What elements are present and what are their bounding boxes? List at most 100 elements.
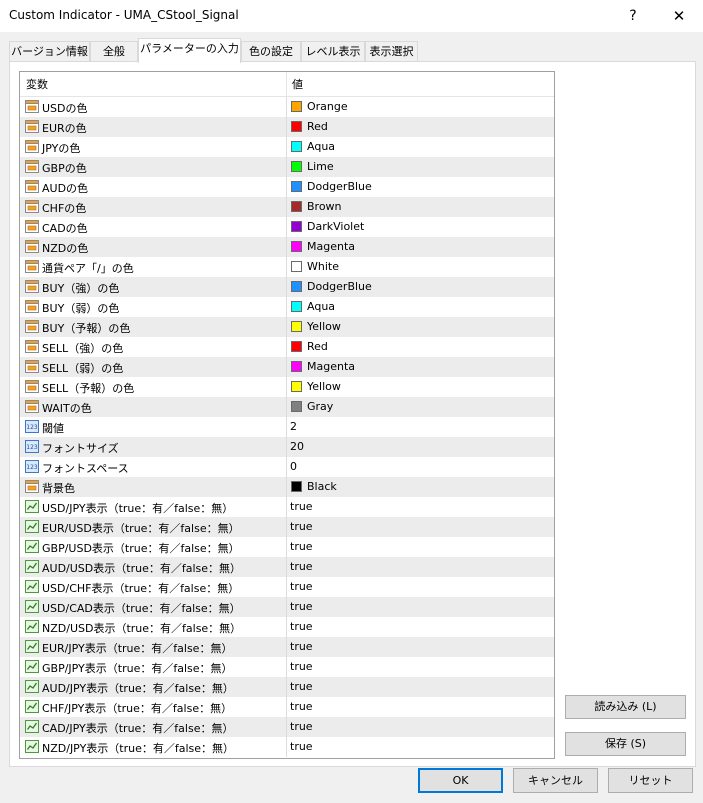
param-row[interactable]: 背景色 Black xyxy=(20,477,554,497)
param-value[interactable]: Yellow xyxy=(307,320,341,333)
param-value[interactable]: Aqua xyxy=(307,300,335,313)
param-row[interactable]: BUY（予報）の色 Yellow xyxy=(20,317,554,337)
color-swatch[interactable] xyxy=(291,241,302,252)
param-row[interactable]: NZD/USD表示（true：有／false：無） true xyxy=(20,617,554,637)
param-row[interactable]: GBPの色 Lime xyxy=(20,157,554,177)
ok-button[interactable]: OK xyxy=(418,768,503,793)
tab-visualization[interactable]: 表示選択 xyxy=(365,41,418,61)
param-value[interactable]: 0 xyxy=(290,460,297,473)
param-value[interactable]: Lime xyxy=(307,160,334,173)
param-value[interactable]: true xyxy=(290,700,313,713)
param-value[interactable]: true xyxy=(290,620,313,633)
param-row[interactable]: NZDの色 Magenta xyxy=(20,237,554,257)
column-separator[interactable] xyxy=(286,72,287,96)
color-swatch[interactable] xyxy=(291,301,302,312)
param-row[interactable]: EURの色 Red xyxy=(20,117,554,137)
param-row[interactable]: USD/JPY表示（true：有／false：無） true xyxy=(20,497,554,517)
param-row[interactable]: SELL（弱）の色 Magenta xyxy=(20,357,554,377)
param-value[interactable]: true xyxy=(290,640,313,653)
param-row[interactable]: CAD/JPY表示（true：有／false：無） true xyxy=(20,717,554,737)
param-value[interactable]: true xyxy=(290,600,313,613)
param-value[interactable]: Orange xyxy=(307,100,348,113)
param-row[interactable]: 123 フォントサイズ 20 xyxy=(20,437,554,457)
column-header-value[interactable]: 値 xyxy=(292,76,303,92)
param-value[interactable]: White xyxy=(307,260,339,273)
color-swatch[interactable] xyxy=(291,361,302,372)
param-row[interactable]: 通貨ペア「/」の色 White xyxy=(20,257,554,277)
param-row[interactable]: GBP/USD表示（true：有／false：無） true xyxy=(20,537,554,557)
param-row[interactable]: CHFの色 Brown xyxy=(20,197,554,217)
color-swatch[interactable] xyxy=(291,401,302,412)
tab-colors[interactable]: 色の設定 xyxy=(241,41,301,61)
param-row[interactable]: JPYの色 Aqua xyxy=(20,137,554,157)
param-value[interactable]: Red xyxy=(307,340,328,353)
color-swatch[interactable] xyxy=(291,341,302,352)
cancel-button[interactable]: キャンセル xyxy=(513,768,598,793)
color-swatch[interactable] xyxy=(291,181,302,192)
param-value[interactable]: 20 xyxy=(290,440,304,453)
column-header-variable[interactable]: 変数 xyxy=(26,76,48,92)
param-value[interactable]: true xyxy=(290,720,313,733)
tab-version-info[interactable]: バージョン情報 xyxy=(9,41,90,61)
param-row[interactable]: USDの色 Orange xyxy=(20,97,554,117)
param-value[interactable]: true xyxy=(290,660,313,673)
param-value[interactable]: Aqua xyxy=(307,140,335,153)
param-row[interactable]: 123 フォントスペース 0 xyxy=(20,457,554,477)
param-value[interactable]: true xyxy=(290,560,313,573)
param-row[interactable]: BUY（弱）の色 Aqua xyxy=(20,297,554,317)
color-swatch[interactable] xyxy=(291,221,302,232)
color-swatch[interactable] xyxy=(291,321,302,332)
param-value[interactable]: true xyxy=(290,520,313,533)
color-swatch[interactable] xyxy=(291,201,302,212)
save-button[interactable]: 保存 (S) xyxy=(565,732,686,756)
param-value[interactable]: Yellow xyxy=(307,380,341,393)
param-value[interactable]: true xyxy=(290,680,313,693)
parameters-grid[interactable]: 変数 値 USDの色 Orange EURの色 Red JPYの色 Aqua GBPの色 Li… xyxy=(19,71,555,759)
color-swatch[interactable] xyxy=(291,381,302,392)
help-button[interactable]: ? xyxy=(610,4,656,28)
tab-input-parameters[interactable]: パラメーターの入力 xyxy=(138,38,241,63)
param-value[interactable]: true xyxy=(290,500,313,513)
color-swatch[interactable] xyxy=(291,121,302,132)
param-value[interactable]: DodgerBlue xyxy=(307,180,372,193)
color-swatch[interactable] xyxy=(291,481,302,492)
param-row[interactable]: EUR/USD表示（true：有／false：無） true xyxy=(20,517,554,537)
param-row[interactable]: NZD/JPY表示（true：有／false：無） true xyxy=(20,737,554,757)
param-row[interactable]: CHF/JPY表示（true：有／false：無） true xyxy=(20,697,554,717)
param-value[interactable]: Magenta xyxy=(307,360,355,373)
param-row[interactable]: SELL（予報）の色 Yellow xyxy=(20,377,554,397)
reset-button[interactable]: リセット xyxy=(608,768,693,793)
color-swatch[interactable] xyxy=(291,161,302,172)
param-row[interactable]: AUD/USD表示（true：有／false：無） true xyxy=(20,557,554,577)
param-row[interactable]: WAITの色 Gray xyxy=(20,397,554,417)
color-swatch[interactable] xyxy=(291,141,302,152)
close-button[interactable]: ✕ xyxy=(656,4,702,28)
param-row[interactable]: USD/CHF表示（true：有／false：無） true xyxy=(20,577,554,597)
param-row[interactable]: CADの色 DarkViolet xyxy=(20,217,554,237)
param-value[interactable]: 2 xyxy=(290,420,297,433)
load-button[interactable]: 読み込み (L) xyxy=(565,695,686,719)
tab-general[interactable]: 全般 xyxy=(90,41,138,61)
param-value[interactable]: Magenta xyxy=(307,240,355,253)
param-value[interactable]: DarkViolet xyxy=(307,220,364,233)
param-row[interactable]: AUD/JPY表示（true：有／false：無） true xyxy=(20,677,554,697)
param-value[interactable]: DodgerBlue xyxy=(307,280,372,293)
param-value[interactable]: true xyxy=(290,540,313,553)
param-value[interactable]: Gray xyxy=(307,400,333,413)
param-row[interactable]: USD/CAD表示（true：有／false：無） true xyxy=(20,597,554,617)
param-row[interactable]: 123 閾値 2 xyxy=(20,417,554,437)
tab-levels[interactable]: レベル表示 xyxy=(301,41,365,61)
color-swatch[interactable] xyxy=(291,281,302,292)
param-value[interactable]: Black xyxy=(307,480,337,493)
param-row[interactable]: BUY（強）の色 DodgerBlue xyxy=(20,277,554,297)
param-row[interactable]: SELL（強）の色 Red xyxy=(20,337,554,357)
param-row[interactable]: EUR/JPY表示（true：有／false：無） true xyxy=(20,637,554,657)
param-value[interactable]: Brown xyxy=(307,200,342,213)
param-value[interactable]: true xyxy=(290,740,313,753)
param-value[interactable]: true xyxy=(290,580,313,593)
color-swatch[interactable] xyxy=(291,101,302,112)
color-swatch[interactable] xyxy=(291,261,302,272)
param-value[interactable]: Red xyxy=(307,120,328,133)
param-row[interactable]: GBP/JPY表示（true：有／false：無） true xyxy=(20,657,554,677)
param-row[interactable]: AUDの色 DodgerBlue xyxy=(20,177,554,197)
